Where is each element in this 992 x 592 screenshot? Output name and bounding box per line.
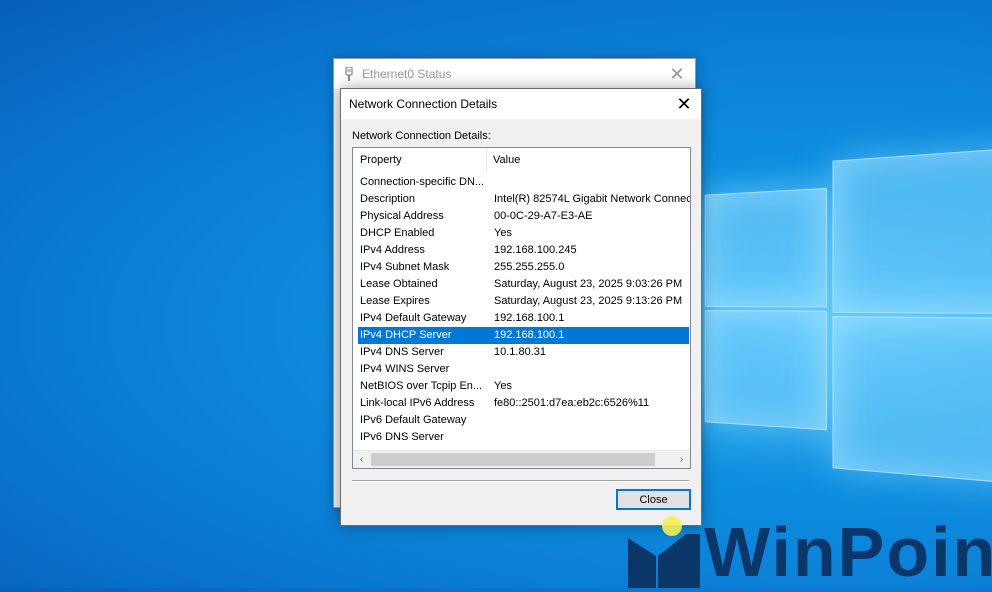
row-property: IPv4 Default Gateway [360, 312, 467, 324]
row-value: fe80::2501:d7ea:eb2c:6526%11 [494, 397, 650, 409]
row-property: IPv4 Address [360, 244, 425, 256]
row-value: Intel(R) 82574L Gigabit Network Connect [494, 193, 690, 205]
windows-logo-wallpaper [700, 123, 992, 486]
table-row[interactable]: IPv4 Default Gateway 192.168.100.1 [353, 310, 690, 327]
listview-rows: Connection-specific DN... Description Inte… [353, 174, 690, 446]
row-value [487, 174, 690, 191]
row-property: Description [360, 193, 416, 205]
row-property: Physical Address [360, 210, 444, 222]
row-value: 10.1.80.31 [494, 346, 546, 358]
horizontal-scrollbar[interactable]: ‹ › [353, 450, 690, 468]
table-row[interactable]: IPv6 Default Gateway [353, 412, 690, 429]
row-property: IPv4 Subnet Mask [360, 261, 450, 273]
divider [352, 480, 689, 482]
table-row[interactable]: IPv4 Subnet Mask 255.255.255.0 [353, 259, 690, 276]
dialog-close-icon[interactable]: ✕ [673, 93, 695, 115]
close-button[interactable]: Close [616, 489, 691, 510]
row-value: Saturday, August 23, 2025 9:13:26 PM [494, 295, 683, 307]
network-connection-details-dialog[interactable]: Network Connection Details ✕ Network Con… [340, 88, 702, 526]
row-property: IPv4 DHCP Server [360, 329, 452, 341]
winpoin-wordmark: WinPoin [704, 513, 992, 591]
column-header-value[interactable]: Value [487, 148, 520, 172]
row-value [487, 412, 690, 429]
row-property: Link-local IPv6 Address [360, 397, 475, 409]
ethernet-status-titlebar[interactable]: Ethernet0 Status ✕ [334, 59, 695, 89]
table-row[interactable]: Description Intel(R) 82574L Gigabit Netwo… [353, 191, 690, 208]
row-property: IPv4 WINS Server [360, 363, 450, 375]
row-property: NetBIOS over Tcpip En... [360, 380, 483, 392]
row-property: Lease Expires [360, 295, 430, 307]
dialog-title: Network Connection Details [349, 97, 498, 111]
winpoin-watermark: WinPoin [628, 512, 992, 591]
table-row[interactable]: Connection-specific DN... [353, 174, 690, 191]
ethernet-icon [345, 67, 353, 81]
row-value: 192.168.100.1 [494, 329, 565, 341]
row-property: IPv4 DNS Server [360, 346, 444, 358]
table-row[interactable]: NetBIOS over Tcpip En... Yes [353, 378, 690, 395]
table-row[interactable]: IPv4 DHCP Server 192.168.100.1 [358, 327, 689, 344]
row-value: 00-0C-29-A7-E3-AE [494, 210, 593, 222]
row-value: 192.168.100.1 [494, 312, 565, 324]
column-header-property[interactable]: Property [353, 148, 487, 172]
table-row[interactable]: Lease Obtained Saturday, August 23, 2025 … [353, 276, 690, 293]
row-value [487, 429, 690, 446]
table-row[interactable]: Physical Address 00-0C-29-A7-E3-AE [353, 208, 690, 225]
table-row[interactable]: IPv4 Address 192.168.100.245 [353, 242, 690, 259]
row-value: Saturday, August 23, 2025 9:03:26 PM [494, 278, 683, 290]
row-property: DHCP Enabled [360, 227, 435, 239]
section-label: Network Connection Details: [352, 130, 491, 142]
table-row[interactable]: Lease Expires Saturday, August 23, 2025 9… [353, 293, 690, 310]
row-property: IPv6 Default Gateway [360, 414, 467, 426]
table-row[interactable]: IPv6 DNS Server [353, 429, 690, 446]
table-row[interactable]: Link-local IPv6 Address fe80::2501:d7ea:e… [353, 395, 690, 412]
row-property: Connection-specific DN... [360, 176, 485, 188]
row-value: 192.168.100.245 [494, 244, 577, 256]
table-row[interactable]: IPv4 DNS Server 10.1.80.31 [353, 344, 690, 361]
ethernet-status-title: Ethernet0 Status [362, 67, 452, 81]
scroll-right-icon[interactable]: › [673, 451, 690, 468]
table-row[interactable]: DHCP Enabled Yes [353, 225, 690, 242]
listview-header: Property Value [353, 148, 690, 172]
row-value [487, 361, 690, 378]
scrollbar-thumb[interactable] [371, 453, 655, 466]
row-property: Lease Obtained [360, 278, 438, 290]
row-value: Yes [494, 227, 512, 239]
details-listview[interactable]: Property Value Connection-specific DN...… [352, 147, 691, 469]
row-value: Yes [494, 380, 512, 392]
row-value: 255.255.255.0 [494, 261, 565, 273]
winpoin-logo-icon [628, 516, 700, 588]
table-row[interactable]: IPv4 WINS Server [353, 361, 690, 378]
row-property: IPv6 DNS Server [360, 431, 444, 443]
scroll-left-icon[interactable]: ‹ [353, 451, 370, 468]
ethernet-status-close-icon[interactable]: ✕ [667, 64, 687, 84]
dialog-titlebar[interactable]: Network Connection Details ✕ [341, 89, 701, 119]
